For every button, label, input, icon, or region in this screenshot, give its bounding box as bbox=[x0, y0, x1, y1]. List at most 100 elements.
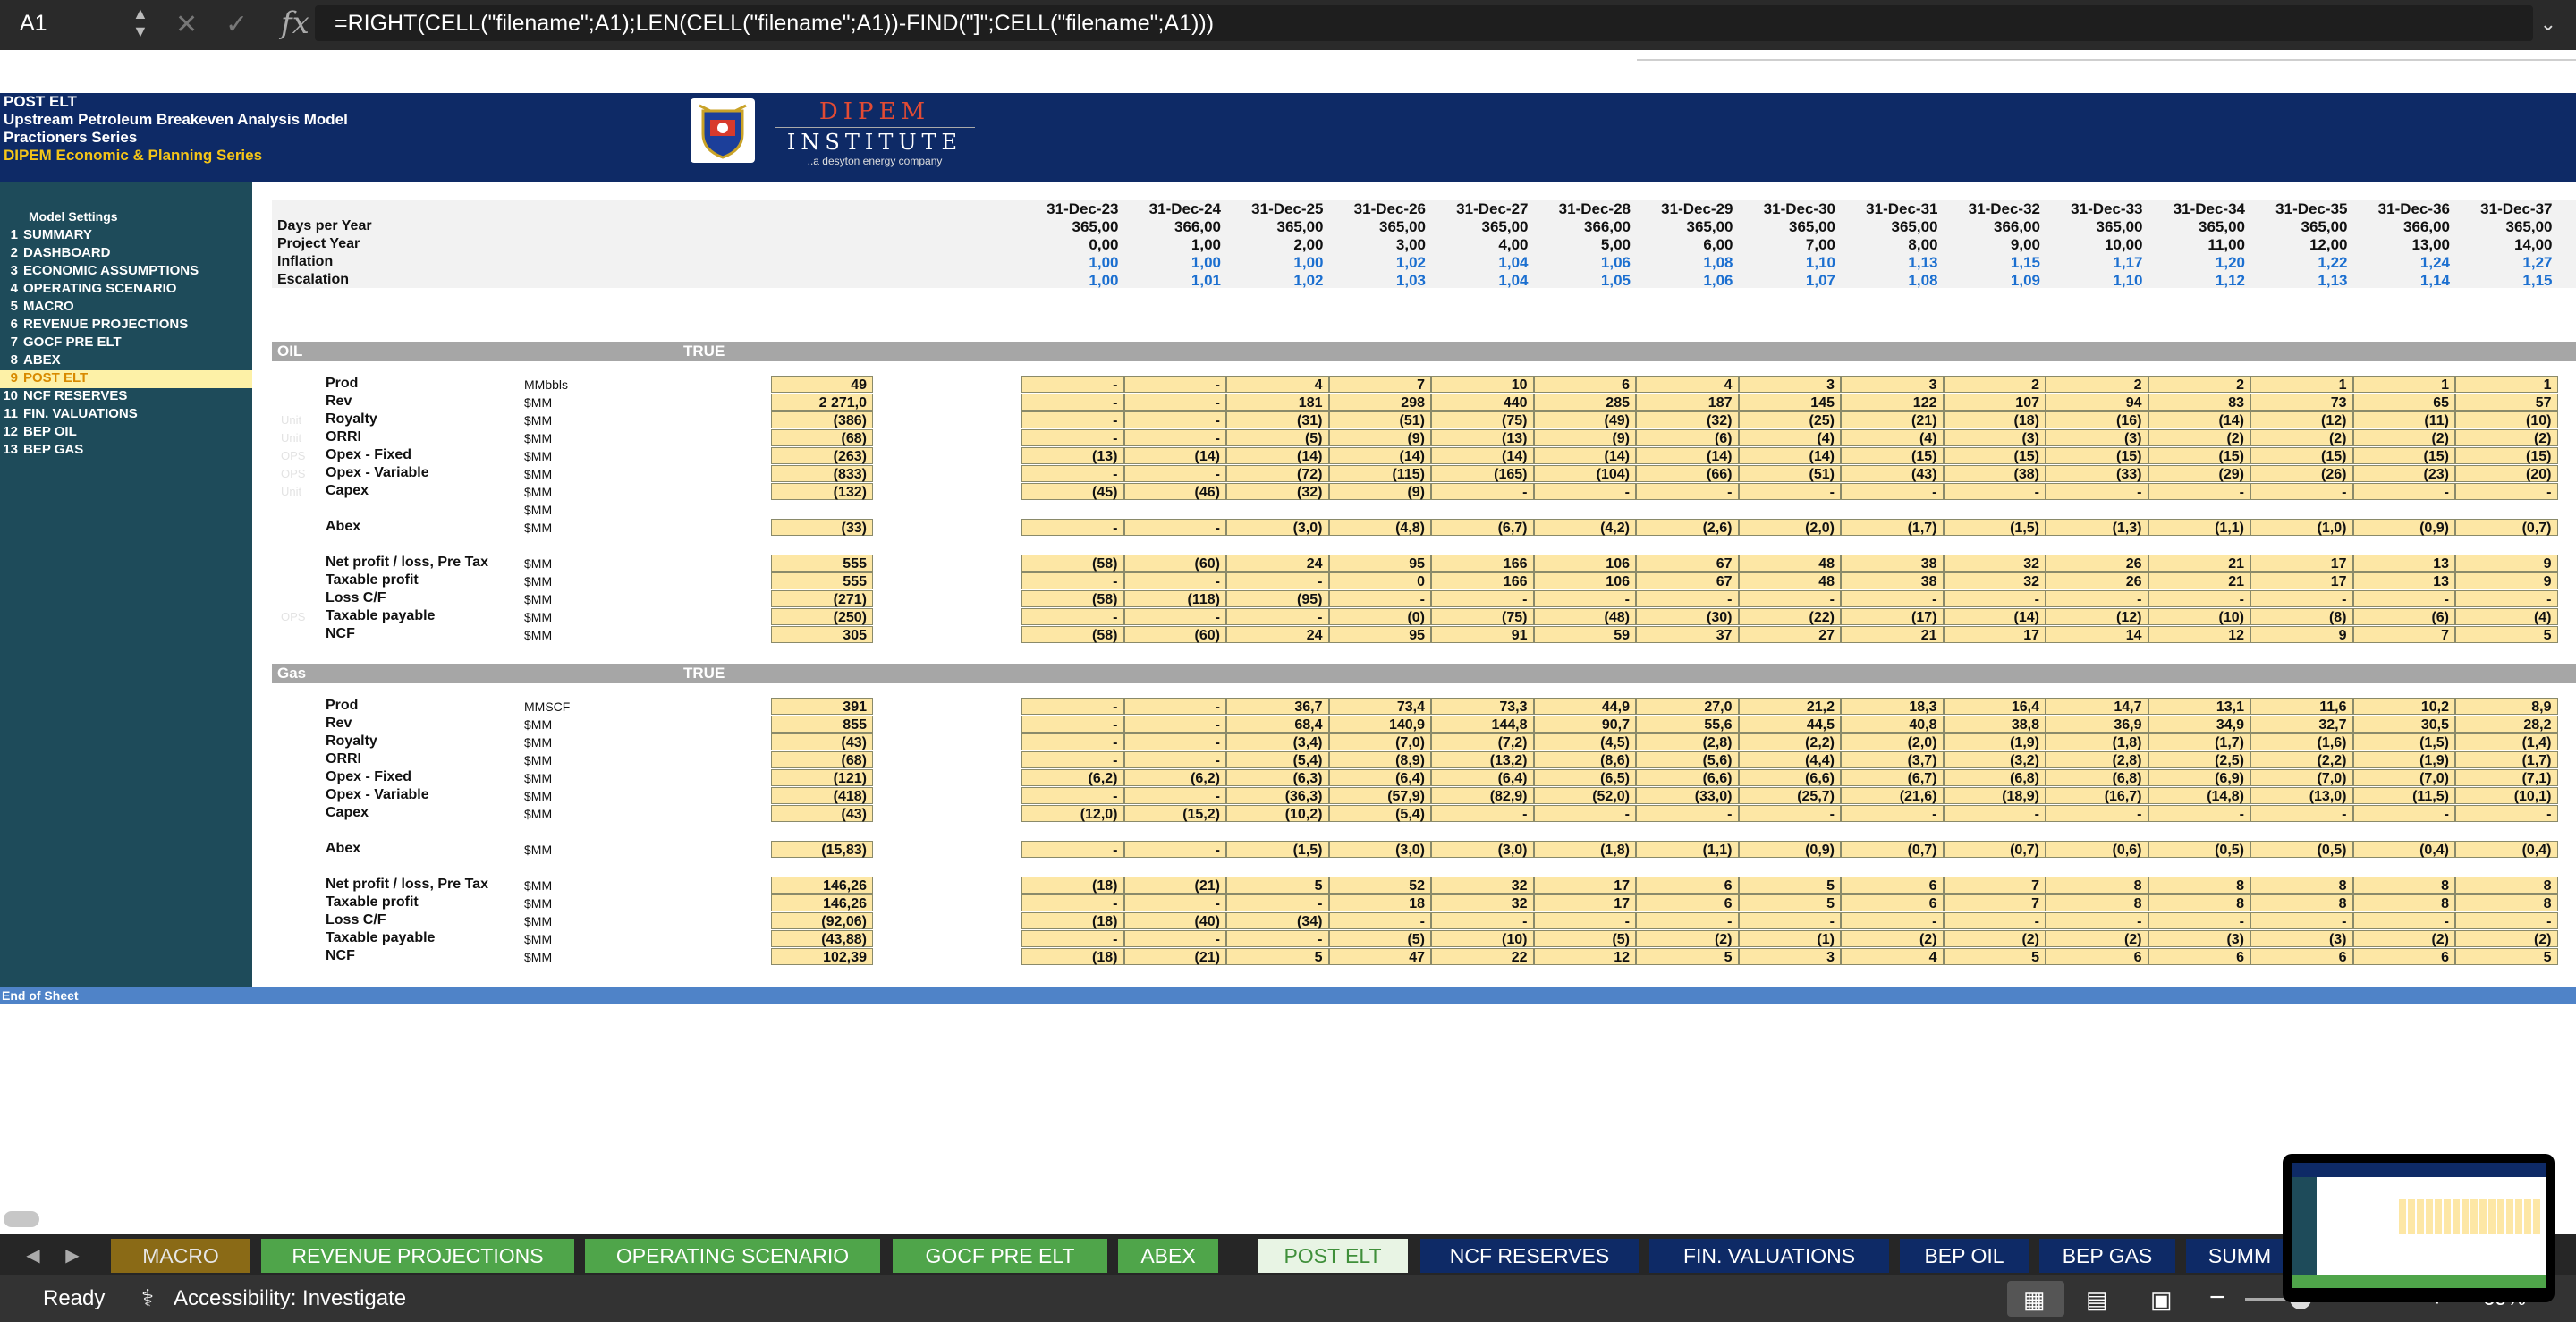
value-cell[interactable]: (6,9) bbox=[2148, 769, 2250, 786]
down-arrow-icon[interactable]: ▼ bbox=[132, 22, 148, 40]
value-cell[interactable]: - bbox=[2046, 912, 2148, 929]
total-cell[interactable]: 49 bbox=[771, 376, 873, 393]
row-label[interactable]: Opex - Variable bbox=[326, 787, 429, 803]
value-cell[interactable]: (8) bbox=[2250, 608, 2353, 625]
value-cell[interactable]: (23) bbox=[2352, 465, 2455, 482]
cancel-icon[interactable]: ✕ bbox=[175, 9, 198, 40]
value-cell[interactable]: - bbox=[1226, 572, 1329, 589]
value-cell[interactable]: 106 bbox=[1533, 572, 1636, 589]
value-cell[interactable]: - bbox=[1123, 429, 1226, 446]
value-cell[interactable]: (2) bbox=[1636, 930, 1739, 947]
value-cell[interactable]: (1,1) bbox=[2148, 519, 2250, 536]
nav-item[interactable]: 6 REVENUE PROJECTIONS bbox=[0, 317, 252, 335]
total-cell[interactable]: (263) bbox=[771, 447, 873, 464]
value-cell[interactable]: - bbox=[2148, 805, 2250, 822]
value-cell[interactable]: (8,9) bbox=[1328, 751, 1431, 768]
value-cell[interactable]: 67 bbox=[1636, 572, 1739, 589]
value-cell[interactable]: 73,4 bbox=[1328, 698, 1431, 715]
value-cell[interactable]: (4,8) bbox=[1328, 519, 1431, 536]
value-cell[interactable]: (15,2) bbox=[1123, 805, 1226, 822]
value-cell[interactable]: 57 bbox=[2455, 394, 2558, 411]
value-cell[interactable]: 38 bbox=[1841, 572, 1944, 589]
nav-item[interactable]: 11 FIN. VALUATIONS bbox=[0, 406, 252, 424]
value-cell[interactable]: - bbox=[1123, 394, 1226, 411]
sheet-tab[interactable]: BEP OIL bbox=[1900, 1239, 2029, 1273]
value-cell[interactable]: 91 bbox=[1431, 626, 1534, 643]
value-cell[interactable]: (11,5) bbox=[2352, 787, 2455, 804]
row-label[interactable]: Prod bbox=[326, 698, 358, 714]
value-cell[interactable]: 17 bbox=[1533, 877, 1636, 894]
header-value-cell[interactable]: 1,09 bbox=[1944, 272, 2040, 290]
value-cell[interactable]: (6,7) bbox=[1841, 769, 1944, 786]
value-cell[interactable]: - bbox=[2148, 483, 2250, 500]
value-cell[interactable]: (14) bbox=[1943, 608, 2046, 625]
section-header[interactable]: Gas TRUE bbox=[272, 664, 2576, 683]
value-cell[interactable]: (13,2) bbox=[1431, 751, 1534, 768]
value-cell[interactable]: 34,9 bbox=[2148, 716, 2250, 733]
nav-item[interactable]: 12 BEP OIL bbox=[0, 424, 252, 442]
value-cell[interactable]: (14) bbox=[1123, 447, 1226, 464]
sheet-name[interactable]: POST ELT bbox=[4, 93, 77, 111]
value-cell[interactable]: (14) bbox=[1431, 447, 1534, 464]
sheet-tab[interactable]: ABEX bbox=[1118, 1239, 1218, 1273]
value-cell[interactable]: (9) bbox=[1328, 483, 1431, 500]
value-cell[interactable]: - bbox=[2046, 483, 2148, 500]
value-cell[interactable]: - bbox=[1943, 805, 2046, 822]
value-cell[interactable]: 107 bbox=[1943, 394, 2046, 411]
value-cell[interactable]: 5 bbox=[2455, 948, 2558, 965]
header-value-cell[interactable]: 1,15 bbox=[2455, 272, 2552, 290]
value-cell[interactable]: - bbox=[1533, 912, 1636, 929]
value-cell[interactable]: (6,7) bbox=[1431, 519, 1534, 536]
value-cell[interactable]: (0) bbox=[1328, 608, 1431, 625]
header-value-cell[interactable]: 1,04 bbox=[1431, 254, 1528, 272]
value-cell[interactable]: 32 bbox=[1431, 894, 1534, 911]
value-cell[interactable]: (2,8) bbox=[1636, 733, 1739, 750]
header-value-cell[interactable]: 1,10 bbox=[1739, 254, 1835, 272]
value-cell[interactable]: - bbox=[1533, 483, 1636, 500]
value-cell[interactable]: 27 bbox=[1738, 626, 1841, 643]
row-label[interactable]: Taxable payable bbox=[326, 608, 435, 624]
value-cell[interactable]: (14) bbox=[1328, 447, 1431, 464]
value-cell[interactable]: - bbox=[1021, 608, 1124, 625]
sheet-tab[interactable]: REVENUE PROJECTIONS bbox=[261, 1239, 574, 1273]
value-cell[interactable]: 13 bbox=[2352, 555, 2455, 572]
nav-item[interactable]: 5 MACRO bbox=[0, 299, 252, 317]
value-cell[interactable]: - bbox=[2046, 805, 2148, 822]
value-cell[interactable]: - bbox=[2148, 590, 2250, 607]
value-cell[interactable]: (104) bbox=[1533, 465, 1636, 482]
value-cell[interactable]: - bbox=[1021, 411, 1124, 428]
value-cell[interactable]: (5,6) bbox=[1636, 751, 1739, 768]
value-cell[interactable]: (7,0) bbox=[2250, 769, 2353, 786]
value-cell[interactable]: (0,5) bbox=[2250, 841, 2353, 858]
value-cell[interactable]: (1,4) bbox=[2455, 733, 2558, 750]
nav-item[interactable]: 1 SUMMARY bbox=[0, 227, 252, 245]
value-cell[interactable]: (6,4) bbox=[1328, 769, 1431, 786]
value-cell[interactable]: - bbox=[1123, 608, 1226, 625]
header-value-cell[interactable]: 1,12 bbox=[2148, 272, 2245, 290]
value-cell[interactable]: - bbox=[1328, 912, 1431, 929]
value-cell[interactable]: (33,0) bbox=[1636, 787, 1739, 804]
value-cell[interactable]: 8 bbox=[2250, 894, 2353, 911]
unit-label[interactable]: $MM bbox=[524, 610, 552, 624]
value-cell[interactable]: 14,7 bbox=[2046, 698, 2148, 715]
value-cell[interactable]: (22) bbox=[1738, 608, 1841, 625]
value-cell[interactable]: 68,4 bbox=[1226, 716, 1329, 733]
unit-label[interactable]: $MM bbox=[524, 753, 552, 767]
value-cell[interactable]: (25,7) bbox=[1738, 787, 1841, 804]
value-cell[interactable]: 32 bbox=[1431, 877, 1534, 894]
value-cell[interactable]: - bbox=[1021, 519, 1124, 536]
value-cell[interactable]: 1 bbox=[2352, 376, 2455, 393]
value-cell[interactable]: - bbox=[1123, 465, 1226, 482]
value-cell[interactable]: - bbox=[2250, 590, 2353, 607]
value-cell[interactable]: (95) bbox=[1226, 590, 1329, 607]
value-cell[interactable]: (3) bbox=[2046, 429, 2148, 446]
date-header[interactable]: 31-Dec-31 bbox=[1841, 200, 1937, 218]
value-cell[interactable]: 48 bbox=[1738, 555, 1841, 572]
total-cell[interactable]: (33) bbox=[771, 519, 873, 536]
value-cell[interactable]: (0,5) bbox=[2148, 841, 2250, 858]
value-cell[interactable]: 8 bbox=[2148, 894, 2250, 911]
value-cell[interactable]: - bbox=[1123, 841, 1226, 858]
value-cell[interactable]: 21 bbox=[1841, 626, 1944, 643]
header-value-cell[interactable]: 1,22 bbox=[2250, 254, 2347, 272]
value-cell[interactable]: (0,4) bbox=[2352, 841, 2455, 858]
